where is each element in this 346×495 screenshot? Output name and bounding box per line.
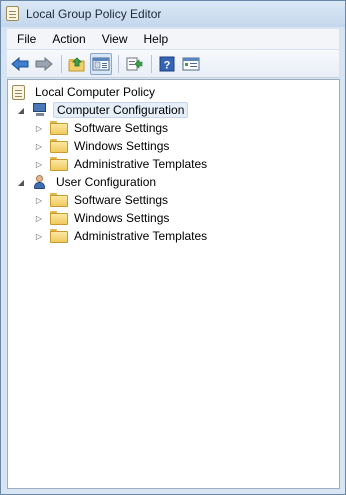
menu-help[interactable]: Help <box>136 29 177 49</box>
back-icon <box>11 56 29 71</box>
title-bar[interactable]: Local Group Policy Editor <box>1 1 345 27</box>
up-folder-button[interactable] <box>66 53 88 75</box>
menu-view[interactable]: View <box>94 29 136 49</box>
gpedit-window: Local Group Policy Editor File Action Vi… <box>0 0 346 495</box>
tree-item-label: Computer Configuration <box>53 102 189 118</box>
toolbar-separator <box>151 54 152 73</box>
tree-item-computer-configuration[interactable]: ◢ Computer Configuration <box>16 101 189 119</box>
export-list-icon <box>126 57 143 70</box>
folder-icon <box>50 157 66 171</box>
tree-item-label: Software Settings <box>74 193 169 207</box>
tree-item-computer-software-settings[interactable]: ▷ Software Settings <box>34 119 171 137</box>
menu-bar: File Action View Help <box>7 29 339 49</box>
user-icon <box>32 175 48 189</box>
tree-item-label: User Configuration <box>56 175 157 189</box>
tree-item-label: Software Settings <box>74 121 169 135</box>
back-button[interactable] <box>9 53 31 75</box>
tree-item-label: Administrative Templates <box>74 229 208 243</box>
show-hide-tree-button[interactable] <box>90 52 112 75</box>
expand-icon[interactable]: ▷ <box>34 159 44 169</box>
tree-item-user-windows-settings[interactable]: ▷ Windows Settings <box>34 209 172 227</box>
folder-icon <box>50 211 66 225</box>
collapse-icon[interactable]: ◢ <box>16 105 26 115</box>
folder-icon <box>50 229 66 243</box>
window-title: Local Group Policy Editor <box>26 7 162 21</box>
expand-icon[interactable]: ▷ <box>34 195 44 205</box>
collapse-icon[interactable]: ◢ <box>16 177 26 187</box>
policy-scroll-icon <box>6 6 20 22</box>
folder-icon <box>50 139 66 153</box>
tree-item-computer-administrative-templates[interactable]: ▷ Administrative Templates <box>34 155 210 173</box>
folder-icon <box>50 193 66 207</box>
svg-text:?: ? <box>164 59 171 71</box>
properties-button[interactable] <box>180 53 202 75</box>
expand-icon[interactable]: ▷ <box>34 213 44 223</box>
show-hide-tree-icon <box>92 57 110 70</box>
help-button[interactable]: ? <box>156 53 178 75</box>
menu-file[interactable]: File <box>9 29 44 49</box>
properties-icon <box>182 57 200 70</box>
tree-item-computer-windows-settings[interactable]: ▷ Windows Settings <box>34 137 172 155</box>
toolbar: ? <box>7 50 339 78</box>
tree-item-user-administrative-templates[interactable]: ▷ Administrative Templates <box>34 227 210 245</box>
policy-scroll-icon <box>11 85 27 100</box>
expand-icon[interactable]: ▷ <box>34 141 44 151</box>
menu-action[interactable]: Action <box>44 29 93 49</box>
up-folder-icon <box>68 56 85 71</box>
tree-pane[interactable]: Local Computer Policy ◢ Computer Configu… <box>7 79 340 489</box>
tree-item-label: Administrative Templates <box>74 157 208 171</box>
folder-icon <box>50 121 66 135</box>
tree-item-user-software-settings[interactable]: ▷ Software Settings <box>34 191 171 209</box>
tree-item-user-configuration[interactable]: ◢ User Configuration <box>16 173 159 191</box>
help-icon: ? <box>159 56 175 71</box>
tree-item-local-computer-policy[interactable]: Local Computer Policy <box>11 83 158 101</box>
forward-icon <box>35 56 53 71</box>
toolbar-separator <box>61 54 62 73</box>
toolbar-separator <box>118 54 119 73</box>
tree-item-label: Local Computer Policy <box>35 85 156 99</box>
tree-item-label: Windows Settings <box>74 211 170 225</box>
tree-item-label: Windows Settings <box>74 139 170 153</box>
computer-icon <box>32 103 48 117</box>
expand-icon[interactable]: ▷ <box>34 231 44 241</box>
forward-button[interactable] <box>33 53 55 75</box>
expand-icon[interactable]: ▷ <box>34 123 44 133</box>
export-list-button[interactable] <box>123 53 145 75</box>
